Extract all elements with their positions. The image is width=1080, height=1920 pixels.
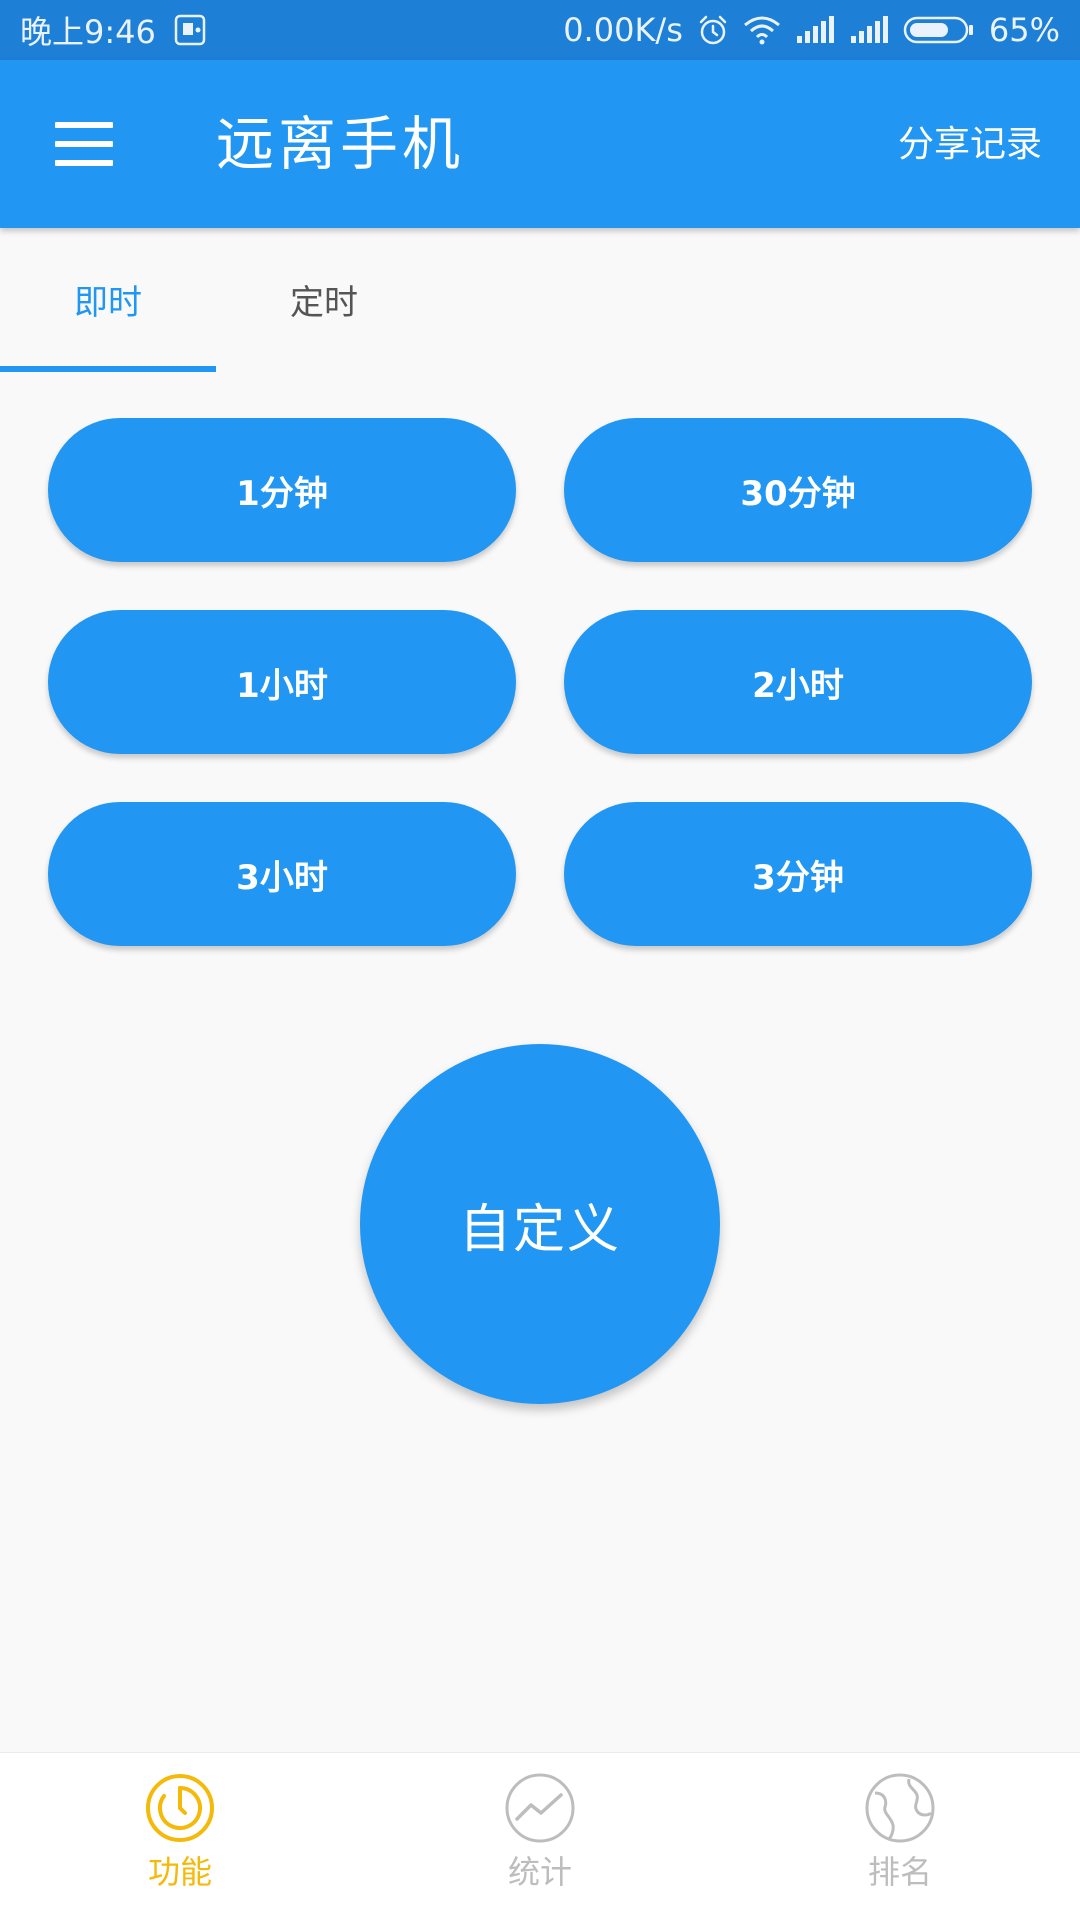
- status-time: 晚上9:46: [20, 13, 156, 51]
- preset-2-hours-button[interactable]: 2小时: [564, 610, 1032, 754]
- trend-chart-icon: [505, 1773, 575, 1843]
- preset-30-minutes-button[interactable]: 30分钟: [564, 418, 1032, 562]
- app-title: 远离手机: [216, 110, 465, 178]
- tab-scheduled-label: 定时: [290, 282, 358, 323]
- timer-icon: [146, 1774, 214, 1842]
- notification-icon: [174, 14, 206, 46]
- signal-icon: [795, 16, 835, 44]
- nav-item-function-label: 功能: [147, 1853, 212, 1891]
- tab-scheduled[interactable]: 定时: [216, 228, 432, 370]
- battery-percent: 65%: [988, 11, 1060, 49]
- alarm-icon: [697, 14, 729, 46]
- bottom-navigation: 功能 统计 排名: [0, 1752, 1080, 1920]
- mode-tabs: 即时 定时: [0, 228, 1080, 372]
- preset-3-minutes-button[interactable]: 3分钟: [564, 802, 1032, 946]
- status-bar: 晚上9:46 0.00K/s 65%: [0, 0, 1080, 60]
- nav-item-ranking-label: 排名: [867, 1853, 932, 1891]
- app-bar: 远离手机 分享记录: [0, 60, 1080, 228]
- tab-selected-indicator: [0, 366, 216, 372]
- signal-icon-2: [849, 16, 889, 44]
- tab-instant[interactable]: 即时: [0, 228, 216, 372]
- nav-item-function[interactable]: 功能: [0, 1753, 360, 1920]
- nav-item-statistics[interactable]: 统计: [360, 1753, 720, 1920]
- preset-1-minute-button[interactable]: 1分钟: [48, 418, 516, 562]
- custom-duration-button[interactable]: 自定义: [360, 1044, 720, 1404]
- nav-item-ranking[interactable]: 排名: [720, 1753, 1080, 1920]
- tab-instant-label: 即时: [74, 282, 142, 323]
- app-root: 晚上9:46 0.00K/s 65% 远离手机 分享记录 即时 定时 1分钟 3…: [0, 0, 1080, 1920]
- globe-icon: [865, 1773, 935, 1843]
- wifi-icon: [743, 15, 781, 45]
- status-bar-left: 晚上9:46: [20, 7, 206, 53]
- status-bar-right: 0.00K/s 65%: [563, 11, 1060, 49]
- network-speed: 0.00K/s: [563, 11, 683, 49]
- hamburger-menu-icon[interactable]: [55, 122, 113, 166]
- battery-icon: [903, 15, 975, 45]
- preset-3-hours-button[interactable]: 3小时: [48, 802, 516, 946]
- share-records-button[interactable]: 分享记录: [898, 122, 1042, 168]
- nav-item-statistics-label: 统计: [507, 1853, 572, 1891]
- preset-1-hour-button[interactable]: 1小时: [48, 610, 516, 754]
